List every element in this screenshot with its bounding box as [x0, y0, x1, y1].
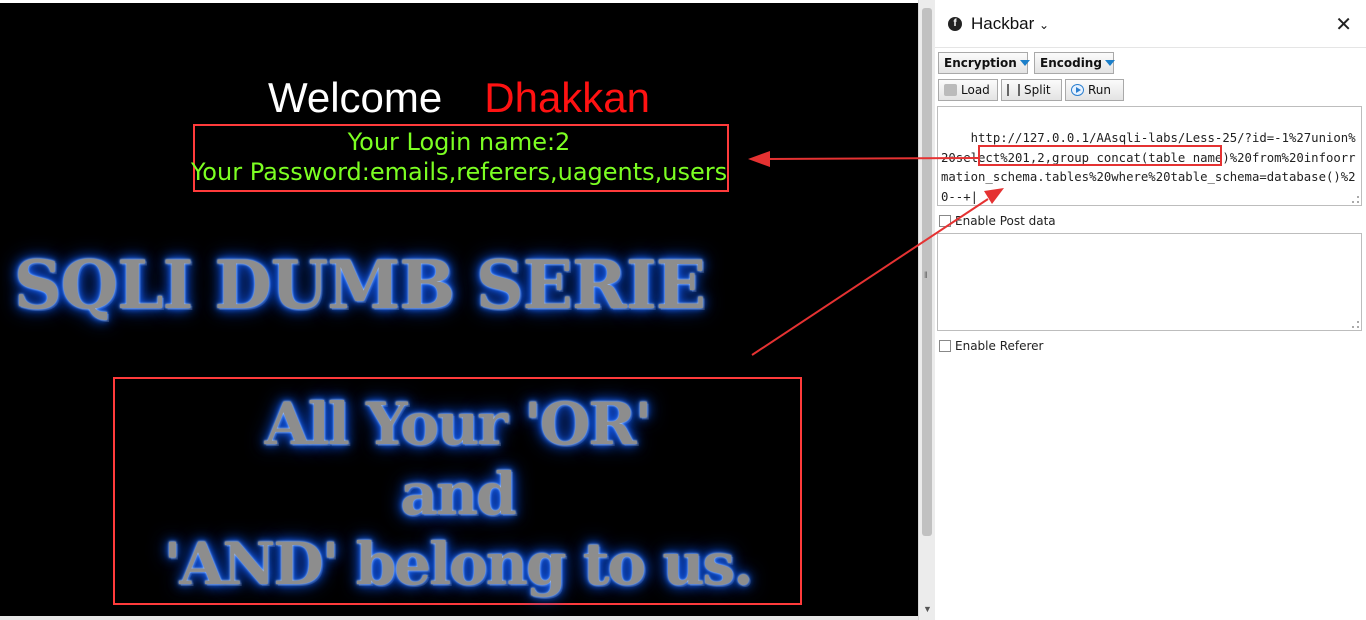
sqli-banner: SQLI DUMB SERIE — [14, 246, 706, 324]
split-url-button[interactable]: Split — [1001, 79, 1062, 101]
welcome-name: Dhakkan — [484, 74, 651, 121]
password-line: Your Password:emails,referers,uagents,us… — [190, 158, 728, 186]
motto-line-1: All Your 'OR' — [264, 390, 652, 458]
close-icon[interactable]: ✕ — [1335, 12, 1352, 37]
url-highlight-box — [978, 145, 1222, 166]
run-button[interactable]: Run — [1065, 79, 1124, 101]
encryption-label: Encryption — [944, 56, 1017, 70]
enable-referer-checkbox[interactable]: Enable Referer — [939, 339, 1043, 353]
checkbox-icon[interactable] — [939, 340, 951, 352]
enable-referer-label: Enable Referer — [955, 339, 1044, 353]
load-label: Load — [961, 83, 990, 97]
text-cursor: | — [970, 190, 979, 205]
horizontal-scrollbar[interactable] — [0, 616, 918, 620]
encoding-label: Encoding — [1040, 56, 1102, 70]
load-url-button[interactable]: Load — [938, 79, 998, 101]
post-data-textarea[interactable] — [937, 233, 1362, 331]
encoding-menu-button[interactable]: Encoding — [1034, 52, 1115, 74]
page-top-border — [0, 0, 918, 3]
split-label: Split — [1024, 83, 1051, 97]
web-page-viewport: Welcome Dhakkan Your Login name:2 Your Pa… — [0, 0, 918, 620]
login-name-line: Your Login name:2 — [347, 128, 571, 156]
split-icon — [1007, 84, 1020, 96]
motto-line-3: 'AND' belong to us. — [163, 530, 754, 598]
scroll-down-arrow-icon[interactable]: ▼ — [923, 604, 932, 614]
resize-handle-icon[interactable] — [1352, 321, 1359, 328]
hackbar-logo-icon: f — [948, 17, 962, 31]
chevron-down-icon: ⌄ — [1039, 18, 1050, 32]
hackbar-panel: f Hackbar ⌄ ✕ Encryption Encoding Load S… — [935, 0, 1366, 620]
motto-line-2: and — [400, 460, 516, 528]
dropdown-arrow-icon — [1019, 60, 1030, 66]
url-value: http://127.0.0.1/AAsqli-labs/Less-25/?id… — [941, 130, 1356, 205]
load-icon — [944, 84, 957, 96]
enable-post-label: Enable Post data — [955, 214, 1056, 228]
splitter-grip-icon[interactable]: ‖ — [924, 270, 928, 280]
run-label: Run — [1088, 83, 1112, 97]
checkbox-icon[interactable] — [939, 215, 951, 227]
vertical-scrollbar[interactable]: ‖ ▼ — [918, 0, 935, 620]
dropdown-arrow-icon — [1104, 60, 1115, 66]
hackbar-header: f Hackbar ⌄ ✕ — [935, 0, 1366, 48]
hackbar-title: Hackbar — [971, 14, 1035, 33]
hackbar-title-dropdown[interactable]: Hackbar ⌄ — [971, 14, 1049, 34]
encryption-menu-button[interactable]: Encryption — [938, 52, 1030, 74]
play-icon — [1071, 84, 1084, 96]
enable-post-checkbox[interactable]: Enable Post data — [939, 214, 1056, 228]
welcome-word: Welcome — [267, 74, 443, 121]
resize-handle-icon[interactable] — [1352, 196, 1359, 203]
welcome-heading: Welcome Dhakkan — [0, 74, 918, 122]
